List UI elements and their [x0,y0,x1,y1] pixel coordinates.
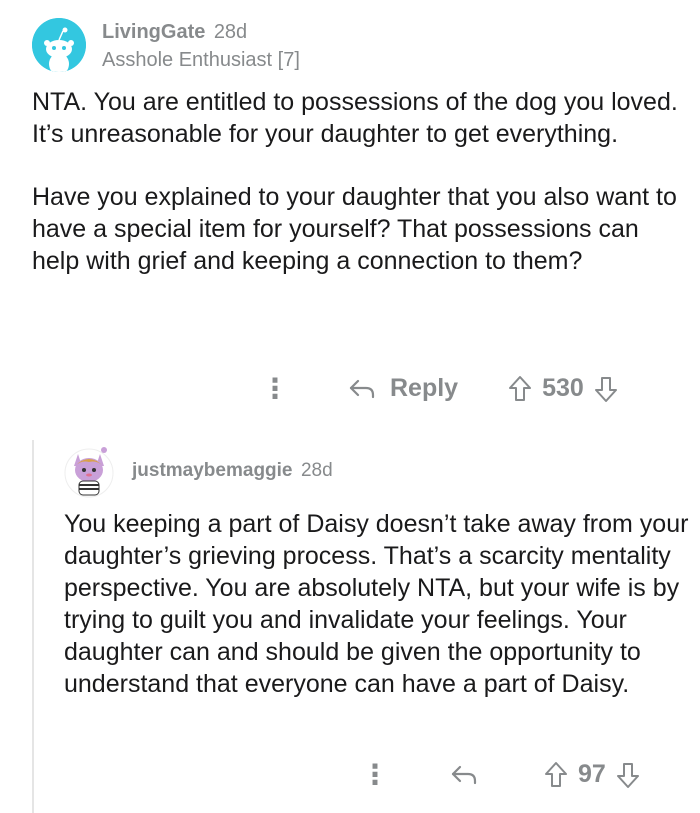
vote-count: 97 [578,760,606,788]
username[interactable]: justmaybemaggie [132,460,293,481]
avatar[interactable] [32,18,86,72]
comment-body: You keeping a part of Daisy doesn’t take… [64,508,689,700]
more-options-icon[interactable]: ⋮ [260,372,290,405]
comment-paragraph: Have you explained to your daughter that… [32,183,677,275]
vote-control: 530 [508,374,618,403]
reply-button[interactable]: Reply [348,374,458,403]
reply-arrow-icon [349,379,375,398]
reply-arrow-icon [451,765,477,784]
reply-label: Reply [390,374,459,402]
comment-body: NTA. You are entitled to possessions of … [32,86,682,308]
upvote-arrow-icon[interactable] [544,761,568,789]
comment-actions: ⋮ Reply 530 [260,372,618,405]
reply-button[interactable] [450,764,492,786]
more-options-icon[interactable]: ⋮ [360,758,390,791]
cat-avatar-icon [64,447,114,498]
comment-paragraph: NTA. You are entitled to possessions of … [32,88,678,148]
timestamp: 28d [213,21,248,43]
user-flair: Asshole Enthusiast [7] [102,49,300,71]
downvote-arrow-icon[interactable] [616,761,640,789]
comment-meta: justmaybemaggie 28d [132,460,333,482]
downvote-arrow-icon[interactable] [594,375,618,403]
username[interactable]: LivingGate [102,21,205,43]
upvote-arrow-icon[interactable] [508,375,532,403]
comment-meta: LivingGate 28d Asshole Enthusiast [7] [102,20,300,72]
vote-count: 530 [542,374,584,402]
snoo-avatar-icon [32,18,86,72]
avatar[interactable] [64,444,114,498]
timestamp: 28d [300,460,333,481]
comment-paragraph: You keeping a part of Daisy doesn’t take… [64,510,689,698]
thread-line[interactable] [32,440,34,813]
vote-control: 97 [544,760,640,789]
comment-actions: ⋮ 97 [360,758,640,791]
